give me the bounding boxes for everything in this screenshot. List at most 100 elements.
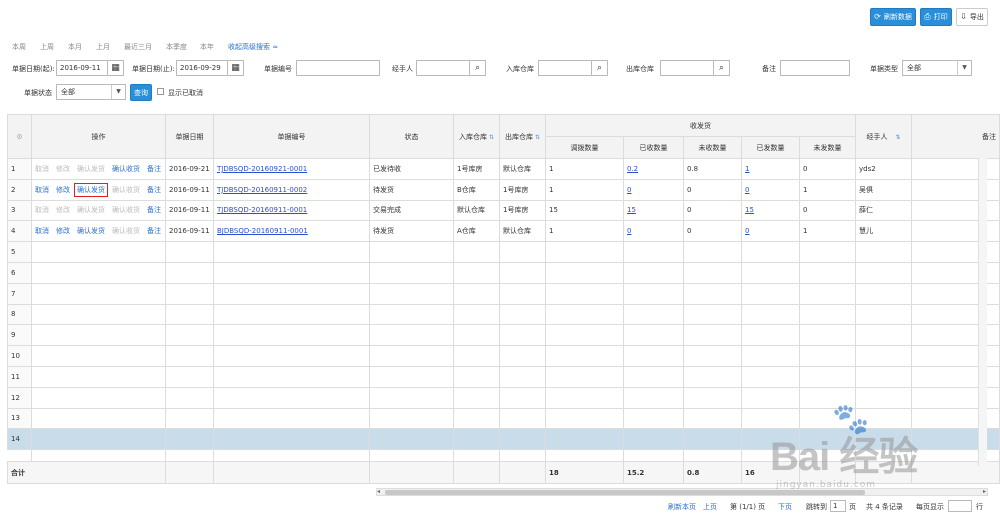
- date-end-label: 单据日期(止):: [132, 65, 175, 73]
- calendar-icon[interactable]: ▦: [228, 60, 244, 76]
- prev-page-link[interactable]: 上页: [703, 502, 717, 512]
- table-row[interactable]: 3 取消 修改 确认发货 确认收货 备注 2016-09-11 TJDBSQD-2016…: [7, 199, 1000, 222]
- print-button[interactable]: ⎙ 打印: [920, 8, 952, 26]
- sent-header: 已发数量: [741, 136, 800, 159]
- selected-row[interactable]: 14: [7, 428, 1000, 451]
- sent-link[interactable]: 1: [745, 165, 749, 173]
- per-page-input[interactable]: [948, 500, 972, 512]
- edit-link[interactable]: 修改: [56, 186, 70, 194]
- cell-handler: 吴俱: [855, 178, 913, 201]
- query-button[interactable]: 查询: [130, 84, 152, 101]
- received-link[interactable]: 0.2: [627, 165, 638, 173]
- next-page-link[interactable]: 下页: [778, 502, 792, 512]
- quick-date-last-week[interactable]: 上周: [40, 42, 54, 52]
- quick-date-this-month[interactable]: 本月: [68, 42, 82, 52]
- confirm-receive-link[interactable]: 确认收货: [112, 165, 140, 173]
- horizontal-scrollbar[interactable]: ◂ ▸: [376, 488, 988, 496]
- cell-qty: 1: [545, 158, 624, 180]
- cell-doc-no: TJDBSQD-20160921-0001: [213, 158, 370, 180]
- out-warehouse-input[interactable]: [660, 60, 714, 76]
- cell-in-wh: B仓库: [453, 178, 500, 201]
- empty-row[interactable]: 9: [7, 324, 1000, 347]
- cell-handler: 慧儿: [855, 220, 913, 243]
- scroll-left-icon[interactable]: ◂: [377, 488, 380, 495]
- date-start-input[interactable]: 2016-09-11: [56, 60, 108, 76]
- empty-row[interactable]: 10: [7, 345, 1000, 367]
- jump-page-input[interactable]: 1: [830, 500, 846, 512]
- vertical-scrollbar[interactable]: [978, 158, 987, 466]
- remark-input[interactable]: [780, 60, 850, 76]
- doc-no-link[interactable]: TJDBSQD-20160921-0001: [217, 165, 307, 173]
- in-warehouse-input[interactable]: [538, 60, 592, 76]
- empty-row[interactable]: 12: [7, 386, 1000, 409]
- quick-date-this-quarter[interactable]: 本季度: [166, 42, 187, 52]
- date-end-input[interactable]: 2016-09-29: [176, 60, 228, 76]
- refresh-data-button[interactable]: ⟳ 刷新数据: [870, 8, 916, 26]
- quick-date-this-year[interactable]: 本年: [200, 42, 214, 52]
- row-number: 14: [7, 428, 32, 451]
- edit-link[interactable]: 修改: [56, 227, 70, 235]
- cell-doc-no: BJDBSQD-20160911-0001: [213, 220, 370, 243]
- table-row[interactable]: 2 取消 修改 确认发货 确认收货 备注 2016-09-11 TJDBSQD-2016…: [7, 178, 1000, 201]
- cell-sent: 1: [741, 158, 800, 180]
- search-icon[interactable]: ⌕: [714, 60, 730, 76]
- out-wh-header[interactable]: 出库仓库 ⇅: [499, 114, 546, 159]
- settings-icon[interactable]: ⚙: [16, 133, 22, 141]
- doc-type-select[interactable]: 全部 ▼: [902, 60, 972, 76]
- quick-date-last-3-months[interactable]: 最近三月: [124, 42, 152, 52]
- handler-header[interactable]: 经手人 ⇅: [855, 114, 913, 159]
- cancel-link[interactable]: 取消: [35, 186, 49, 194]
- cell-status: 已发待收: [369, 158, 454, 180]
- sent-link[interactable]: 0: [745, 227, 749, 235]
- empty-row[interactable]: 8: [7, 303, 1000, 326]
- confirm-ship-link[interactable]: 确认发货: [74, 182, 108, 197]
- calendar-icon[interactable]: ▦: [108, 60, 124, 76]
- doc-no-input[interactable]: [296, 60, 380, 76]
- sent-link[interactable]: 0: [745, 186, 749, 194]
- confirm-ship-link: 确认发货: [77, 206, 105, 215]
- quick-date-this-week[interactable]: 本周: [12, 42, 26, 52]
- confirm-ship-link[interactable]: 确认发货: [77, 227, 105, 235]
- refresh-page-link[interactable]: 刷新本页: [668, 502, 696, 512]
- remark-link[interactable]: 备注: [147, 165, 161, 173]
- cell-qty: 1: [545, 178, 624, 201]
- total-records: 共 4 条记录: [866, 503, 903, 511]
- doc-no-link[interactable]: TJDBSQD-20160911-0001: [217, 206, 307, 214]
- table-row[interactable]: 4 取消 修改 确认发货 确认收货 备注 2016-09-11 BJDBSQD-2016…: [7, 220, 1000, 243]
- export-button[interactable]: ⇩ 导出: [956, 8, 988, 26]
- search-icon[interactable]: ⌕: [592, 60, 608, 76]
- received-link[interactable]: 15: [627, 206, 636, 214]
- sort-icon: ⇅: [895, 133, 901, 141]
- scroll-right-icon[interactable]: ▸: [983, 488, 986, 495]
- received-link[interactable]: 0: [627, 227, 631, 235]
- cell-handler: yds2: [855, 158, 913, 180]
- qty-header: 调拨数量: [545, 136, 624, 159]
- empty-row[interactable]: 5: [7, 241, 1000, 263]
- row-number: 2: [7, 178, 32, 201]
- empty-row[interactable]: 6: [7, 261, 1000, 284]
- row-number: 3: [7, 199, 32, 222]
- quick-date-last-month[interactable]: 上月: [96, 42, 110, 52]
- empty-row[interactable]: 13: [7, 407, 1000, 430]
- scroll-thumb[interactable]: [385, 490, 865, 495]
- doc-status-select[interactable]: 全部 ▼: [56, 84, 126, 100]
- search-icon[interactable]: ⌕: [470, 60, 486, 76]
- cancel-link[interactable]: 取消: [35, 227, 49, 235]
- doc-no-link[interactable]: TJDBSQD-20160911-0002: [217, 186, 307, 194]
- empty-row[interactable]: 11: [7, 365, 1000, 388]
- unreceived-header: 未收数量: [683, 136, 742, 159]
- table-row[interactable]: 1 取消 修改 确认发货 确认收货 备注 2016-09-21 TJDBSQD-2016…: [7, 158, 1000, 180]
- doc-no-link[interactable]: BJDBSQD-20160911-0001: [217, 227, 308, 235]
- remark-link[interactable]: 备注: [147, 206, 161, 214]
- sent-link[interactable]: 15: [745, 206, 754, 214]
- toggle-advanced-search[interactable]: 收起高级搜索 ≈: [228, 42, 278, 52]
- received-link[interactable]: 0: [627, 186, 631, 194]
- remark-link[interactable]: 备注: [147, 186, 161, 194]
- in-wh-header[interactable]: 入库仓库 ⇅: [453, 114, 500, 159]
- remark-link[interactable]: 备注: [147, 227, 161, 235]
- cell-received: 0: [623, 220, 684, 243]
- doc-no-label: 单据编号: [264, 65, 292, 73]
- handler-input[interactable]: [416, 60, 470, 76]
- empty-row[interactable]: 7: [7, 282, 1000, 305]
- show-cancelled-checkbox[interactable]: [157, 88, 164, 95]
